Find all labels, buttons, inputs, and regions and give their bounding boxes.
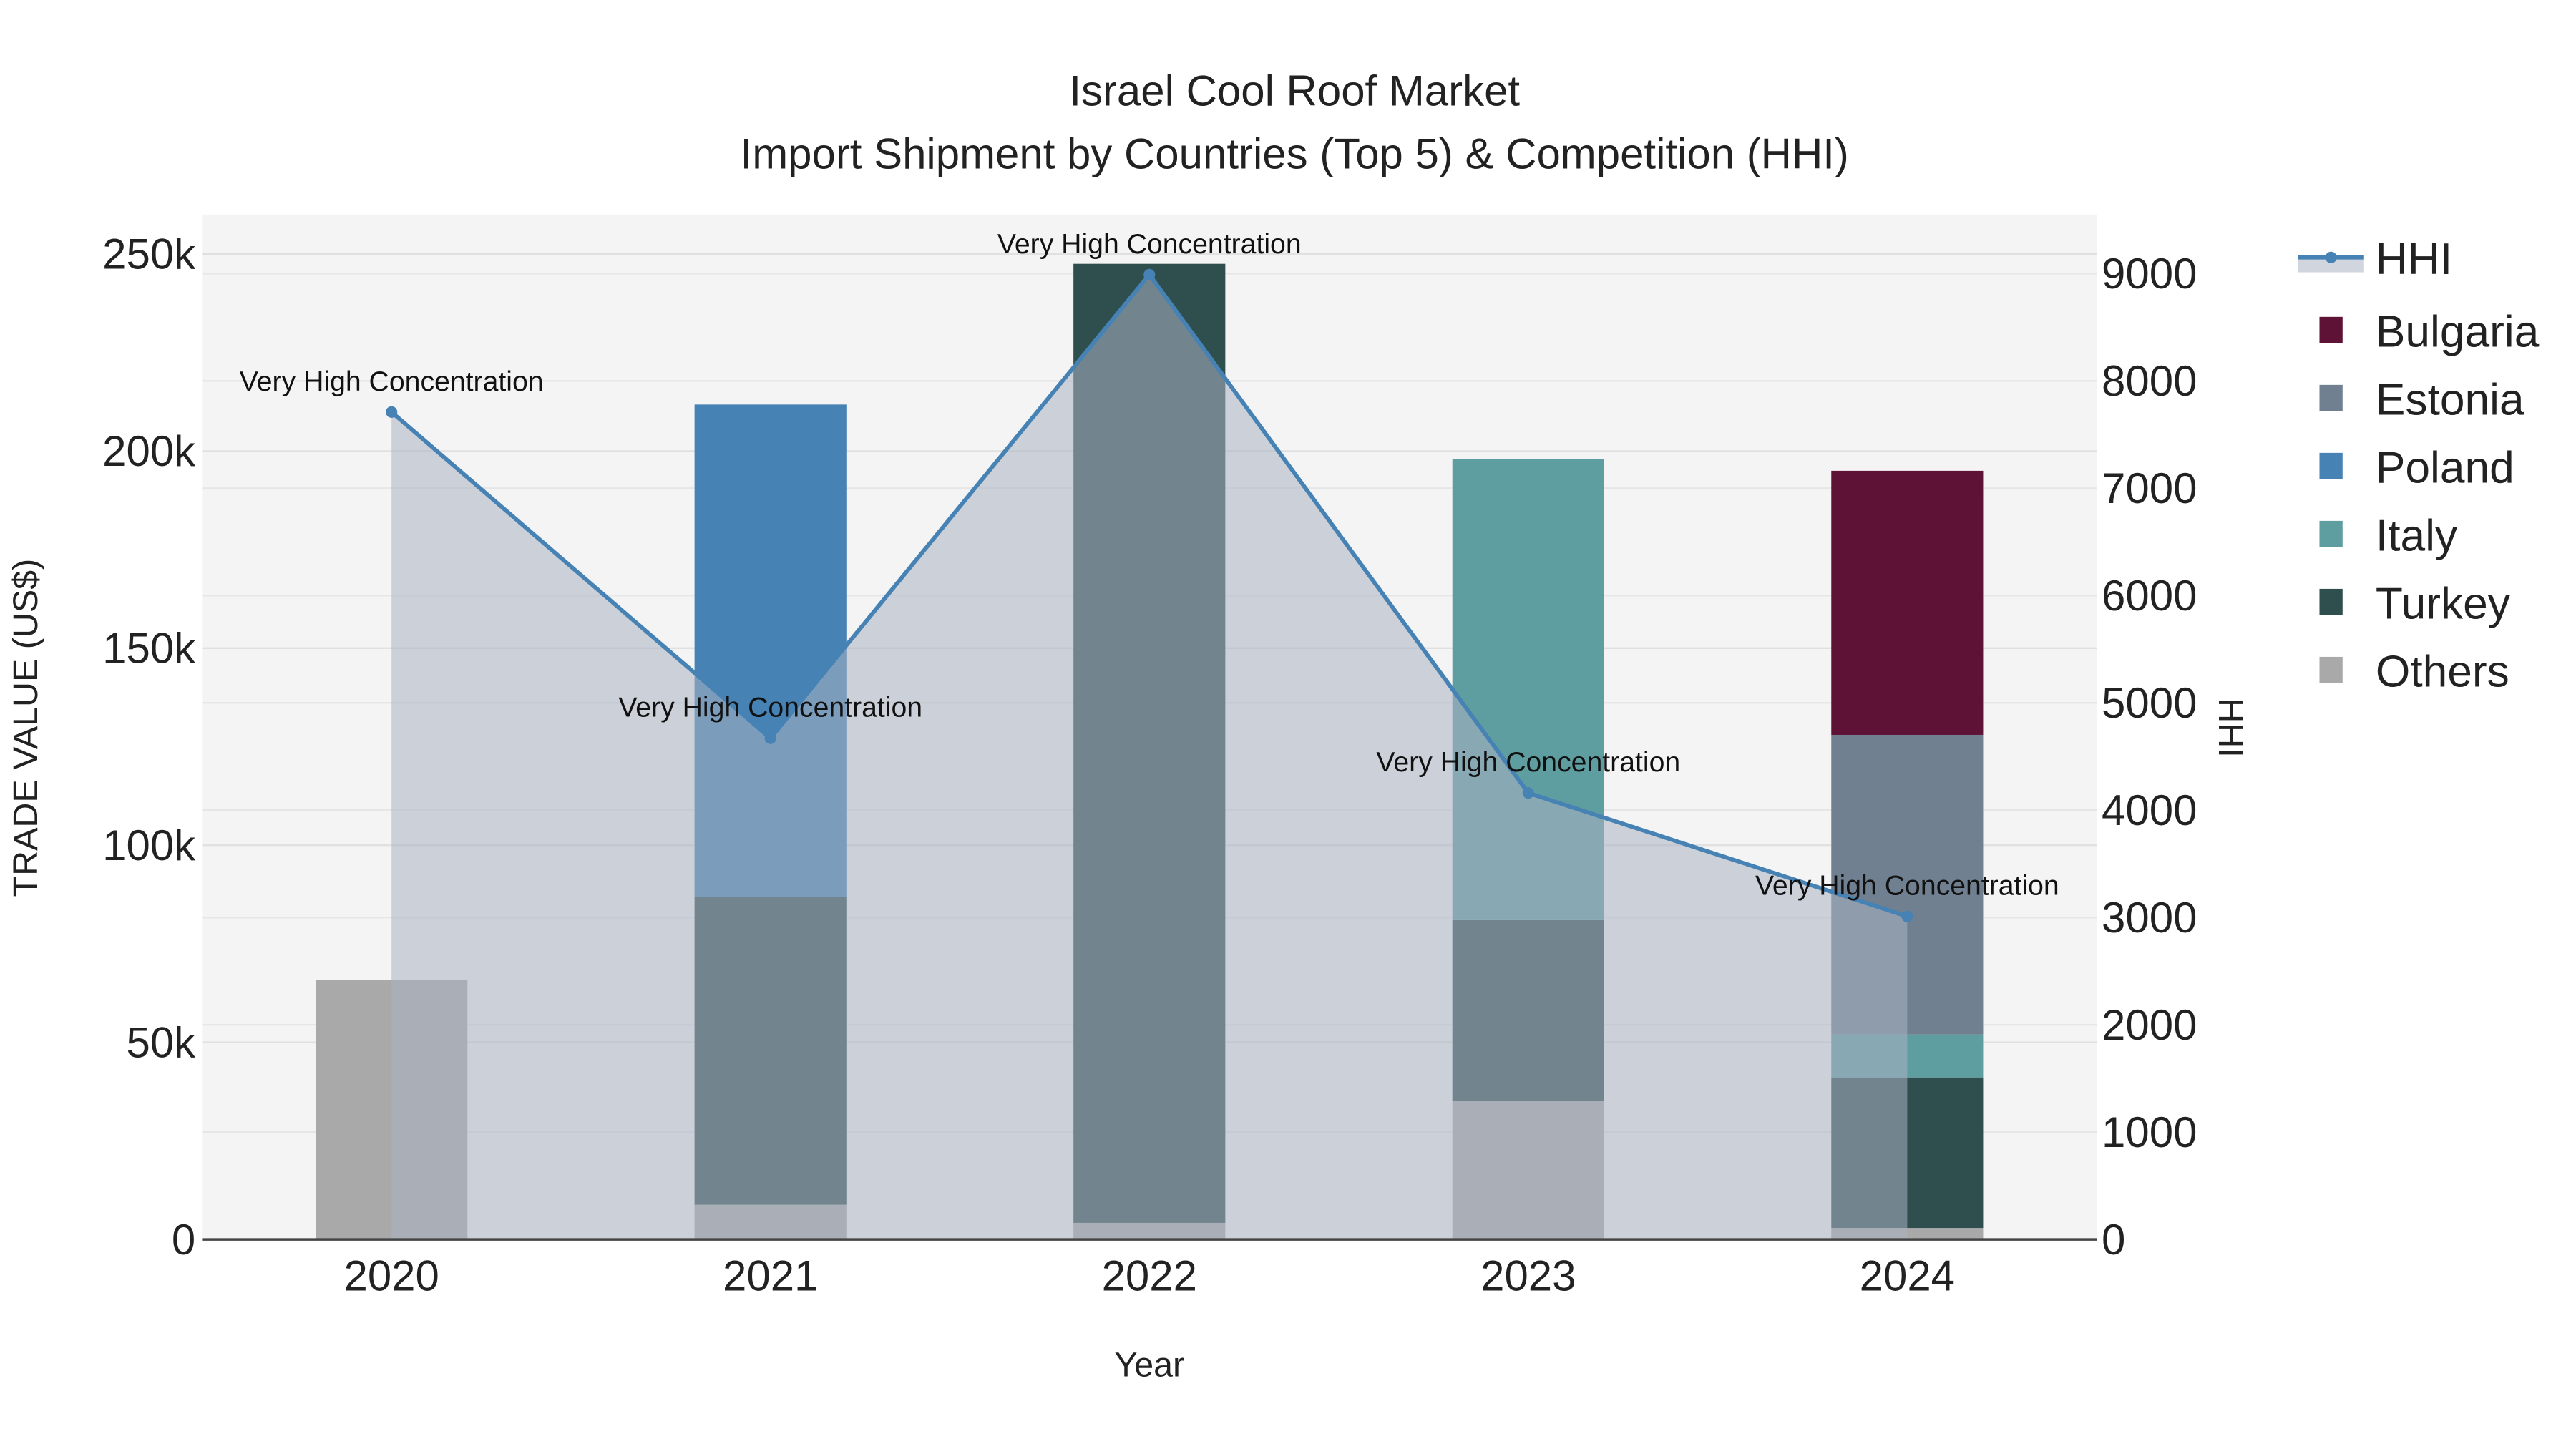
y-axis-title: TRADE VALUE (US$): [6, 559, 45, 897]
legend-label-bulgaria: Bulgaria: [2376, 307, 2540, 356]
y-tick-label: 50k: [127, 1018, 197, 1066]
chart: Israel Cool Roof Market Import Shipment …: [1, 0, 2575, 1449]
y2-tick-label: 6000: [2102, 572, 2197, 620]
y2-tick-label: 3000: [2102, 894, 2197, 942]
y2-tick-label: 0: [2102, 1216, 2125, 1264]
x-tick-label: 2020: [343, 1252, 439, 1300]
hhi-annotation: Very High Concentration: [618, 693, 922, 723]
y2-tick-label: 5000: [2102, 679, 2197, 727]
legend-swatch-bulgaria: [2319, 316, 2343, 343]
hhi-point-2022: [1143, 268, 1156, 280]
hhi-annotation: Very High Concentration: [997, 229, 1302, 260]
legend-label-italy: Italy: [2376, 511, 2458, 560]
x-tick-label: 2022: [1102, 1252, 1197, 1300]
y2-tick-label: 4000: [2102, 786, 2197, 834]
legend-swatch-italy: [2319, 520, 2343, 547]
legend-label-poland: Poland: [2376, 443, 2514, 492]
x-tick-label: 2021: [723, 1252, 818, 1300]
y-tick-label: 200k: [102, 427, 196, 475]
y2-tick-label: 8000: [2102, 357, 2197, 405]
legend-label-turkey: Turkey: [2376, 579, 2511, 628]
y-tick-label: 100k: [102, 821, 196, 869]
legend-swatch-others: [2319, 656, 2343, 683]
hhi-annotation: Very High Concentration: [1376, 747, 1680, 778]
hhi-annotation: Very High Concentration: [1755, 871, 2059, 902]
hhi-point-2021: [764, 732, 776, 744]
y2-axis-title: HHI: [2211, 698, 2250, 757]
x-axis-title: Year: [1114, 1346, 1184, 1385]
x-tick-label: 2023: [1480, 1252, 1576, 1300]
chart-subtitle: Import Shipment by Countries (Top 5) & C…: [741, 130, 1849, 177]
legend-swatch-estonia: [2319, 384, 2343, 411]
legend-label-hhi: HHI: [2376, 235, 2452, 284]
legend-hhi-marker-icon: [2325, 251, 2337, 263]
hhi-annotation: Very High Concentration: [240, 366, 544, 397]
y2-tick-label: 1000: [2102, 1108, 2197, 1156]
x-tick-label: 2024: [1860, 1252, 1955, 1300]
y-tick-label: 0: [172, 1216, 195, 1264]
legend-label-others: Others: [2376, 647, 2509, 696]
hhi-point-2020: [386, 406, 398, 418]
hhi-point-2023: [1522, 787, 1534, 799]
legend-label-estonia: Estonia: [2376, 375, 2524, 424]
legend-swatch-turkey: [2319, 588, 2343, 615]
y2-tick-label: 9000: [2102, 250, 2197, 298]
y2-tick-label: 2000: [2102, 1001, 2197, 1049]
y2-tick-label: 7000: [2102, 464, 2197, 512]
chart-title: Israel Cool Roof Market: [1069, 67, 1520, 115]
bar-bulgaria-2024: [1831, 470, 1984, 735]
hhi-point-2024: [1901, 910, 1913, 922]
legend-swatch-poland: [2319, 452, 2343, 479]
y-tick-label: 150k: [102, 625, 196, 673]
y-tick-label: 250k: [102, 230, 196, 278]
